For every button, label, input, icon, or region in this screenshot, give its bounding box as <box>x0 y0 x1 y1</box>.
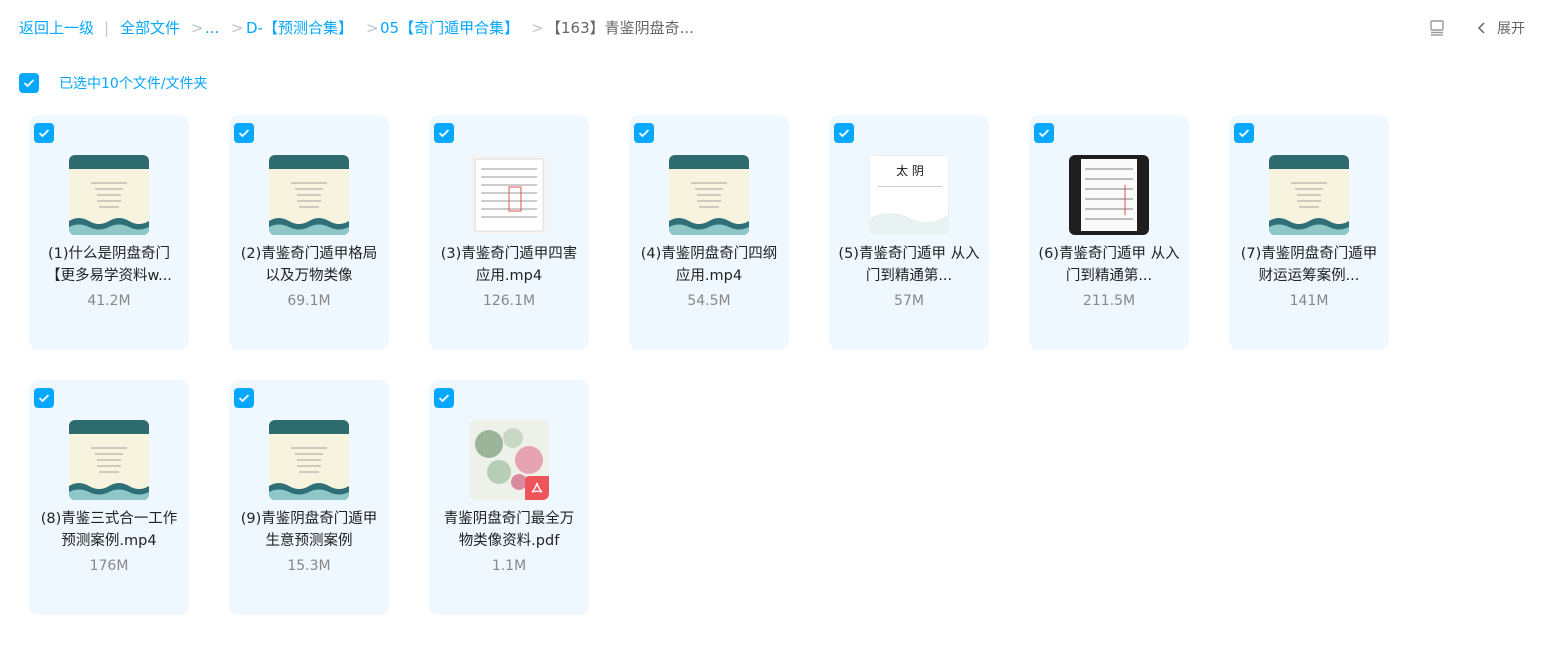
file-card[interactable]: (7)青鉴阴盘奇门遁甲 财运运筹案例... 141M <box>1229 115 1389 350</box>
file-size: 1.1M <box>491 558 527 574</box>
file-name[interactable]: (9)青鉴阴盘奇门遁甲生意预测案例 <box>237 508 381 552</box>
breadcrumb-level2[interactable]: 05【奇门遁甲合集】 <box>380 18 519 38</box>
breadcrumb-current: 【163】青鉴阴盘奇... <box>546 19 694 37</box>
file-thumbnail[interactable] <box>69 420 149 500</box>
file-size: 54.5M <box>687 293 731 309</box>
file-card[interactable]: (4)青鉴阴盘奇门四纲应用.mp4 54.5M <box>629 115 789 350</box>
file-checkbox[interactable] <box>434 123 454 143</box>
file-thumbnail[interactable] <box>69 155 149 235</box>
expand-label: 展开 <box>1497 21 1525 37</box>
file-name[interactable]: (3)青鉴奇门遁甲四害应用.mp4 <box>437 243 581 287</box>
breadcrumb-ellipsis[interactable]: ... <box>205 18 219 38</box>
file-checkbox[interactable] <box>34 388 54 408</box>
breadcrumb-separator: > <box>531 19 544 37</box>
file-name[interactable]: (8)青鉴三式合一工作预测案例.mp4 <box>37 508 181 552</box>
file-size: 41.2M <box>87 293 131 309</box>
file-thumbnail[interactable] <box>269 155 349 235</box>
file-checkbox[interactable] <box>234 123 254 143</box>
selection-count: 已选中10个文件/文件夹 <box>59 76 208 92</box>
file-size: 69.1M <box>287 293 331 309</box>
file-thumbnail[interactable] <box>1269 155 1349 235</box>
file-thumbnail[interactable] <box>269 420 349 500</box>
file-size: 141M <box>1289 293 1329 309</box>
file-name[interactable]: (7)青鉴阴盘奇门遁甲 财运运筹案例... <box>1237 243 1381 287</box>
file-card[interactable]: (8)青鉴三式合一工作预测案例.mp4 176M <box>29 380 189 615</box>
file-size: 211.5M <box>1082 293 1136 309</box>
back-link[interactable]: 返回上一级 <box>19 18 94 38</box>
select-all-checkbox[interactable] <box>19 73 39 93</box>
check-icon <box>1038 129 1050 138</box>
file-size: 57M <box>894 293 924 309</box>
file-name[interactable]: (6)青鉴奇门遁甲 从入门到精通第... <box>1037 243 1181 287</box>
file-checkbox[interactable] <box>234 388 254 408</box>
breadcrumb-separator: > <box>191 19 204 37</box>
check-icon <box>438 394 450 403</box>
file-size: 15.3M <box>287 558 331 574</box>
file-checkbox[interactable] <box>1234 123 1254 143</box>
file-checkbox[interactable] <box>634 123 654 143</box>
file-card[interactable]: (6)青鉴奇门遁甲 从入门到精通第... 211.5M <box>1029 115 1189 350</box>
header-actions: 展开 <box>1425 16 1525 40</box>
breadcrumb-level1[interactable]: D-【预测合集】 <box>246 18 353 38</box>
list-layout-icon[interactable] <box>1425 16 1449 40</box>
file-thumbnail[interactable] <box>669 155 749 235</box>
file-name[interactable]: (4)青鉴阴盘奇门四纲应用.mp4 <box>637 243 781 287</box>
select-all-row: 已选中10个文件/文件夹 <box>19 73 208 93</box>
check-icon <box>238 394 250 403</box>
file-thumbnail[interactable] <box>469 155 549 235</box>
file-name[interactable]: (2)青鉴奇门遁甲格局以及万物类像 <box>237 243 381 287</box>
file-card[interactable]: (2)青鉴奇门遁甲格局以及万物类像 69.1M <box>229 115 389 350</box>
check-icon <box>23 79 35 88</box>
file-name[interactable]: (1)什么是阴盘奇门【更多易学资料w... <box>37 243 181 287</box>
file-name[interactable]: 青鉴阴盘奇门最全万物类像资料.pdf <box>437 508 581 552</box>
file-name[interactable]: (5)青鉴奇门遁甲 从入门到精通第... <box>837 243 981 287</box>
check-icon <box>38 129 50 138</box>
file-checkbox[interactable] <box>834 123 854 143</box>
file-card[interactable]: 青鉴阴盘奇门最全万物类像资料.pdf 1.1M <box>429 380 589 615</box>
file-thumbnail[interactable]: 太 阴 <box>869 155 949 235</box>
breadcrumb-separator: > <box>366 19 379 37</box>
pdf-badge-icon <box>525 476 549 500</box>
check-icon <box>1238 129 1250 138</box>
breadcrumb-separator: > <box>231 19 244 37</box>
header-bar: 返回上一级 | 全部文件 > ... > D-【预测合集】 > 05【奇门遁甲合… <box>0 0 1559 56</box>
file-size: 126.1M <box>482 293 536 309</box>
check-icon <box>238 129 250 138</box>
file-thumbnail[interactable] <box>1069 155 1149 235</box>
file-card[interactable]: 太 阴 (5)青鉴奇门遁甲 从入门到精通第... 57M <box>829 115 989 350</box>
breadcrumb-all-files[interactable]: 全部文件 <box>120 18 180 38</box>
file-size: 176M <box>89 558 129 574</box>
file-card[interactable]: (3)青鉴奇门遁甲四害应用.mp4 126.1M <box>429 115 589 350</box>
file-checkbox[interactable] <box>34 123 54 143</box>
check-icon <box>838 129 850 138</box>
file-card[interactable]: (9)青鉴阴盘奇门遁甲生意预测案例 15.3M <box>229 380 389 615</box>
check-icon <box>638 129 650 138</box>
file-checkbox[interactable] <box>434 388 454 408</box>
chevron-left-icon <box>1477 22 1485 34</box>
breadcrumb-divider: | <box>104 19 110 37</box>
check-icon <box>38 394 50 403</box>
file-checkbox[interactable] <box>1034 123 1054 143</box>
file-thumbnail[interactable] <box>469 420 549 500</box>
file-card[interactable]: (1)什么是阴盘奇门【更多易学资料w... 41.2M <box>29 115 189 350</box>
expand-button[interactable]: 展开 <box>1477 18 1525 38</box>
check-icon <box>438 129 450 138</box>
